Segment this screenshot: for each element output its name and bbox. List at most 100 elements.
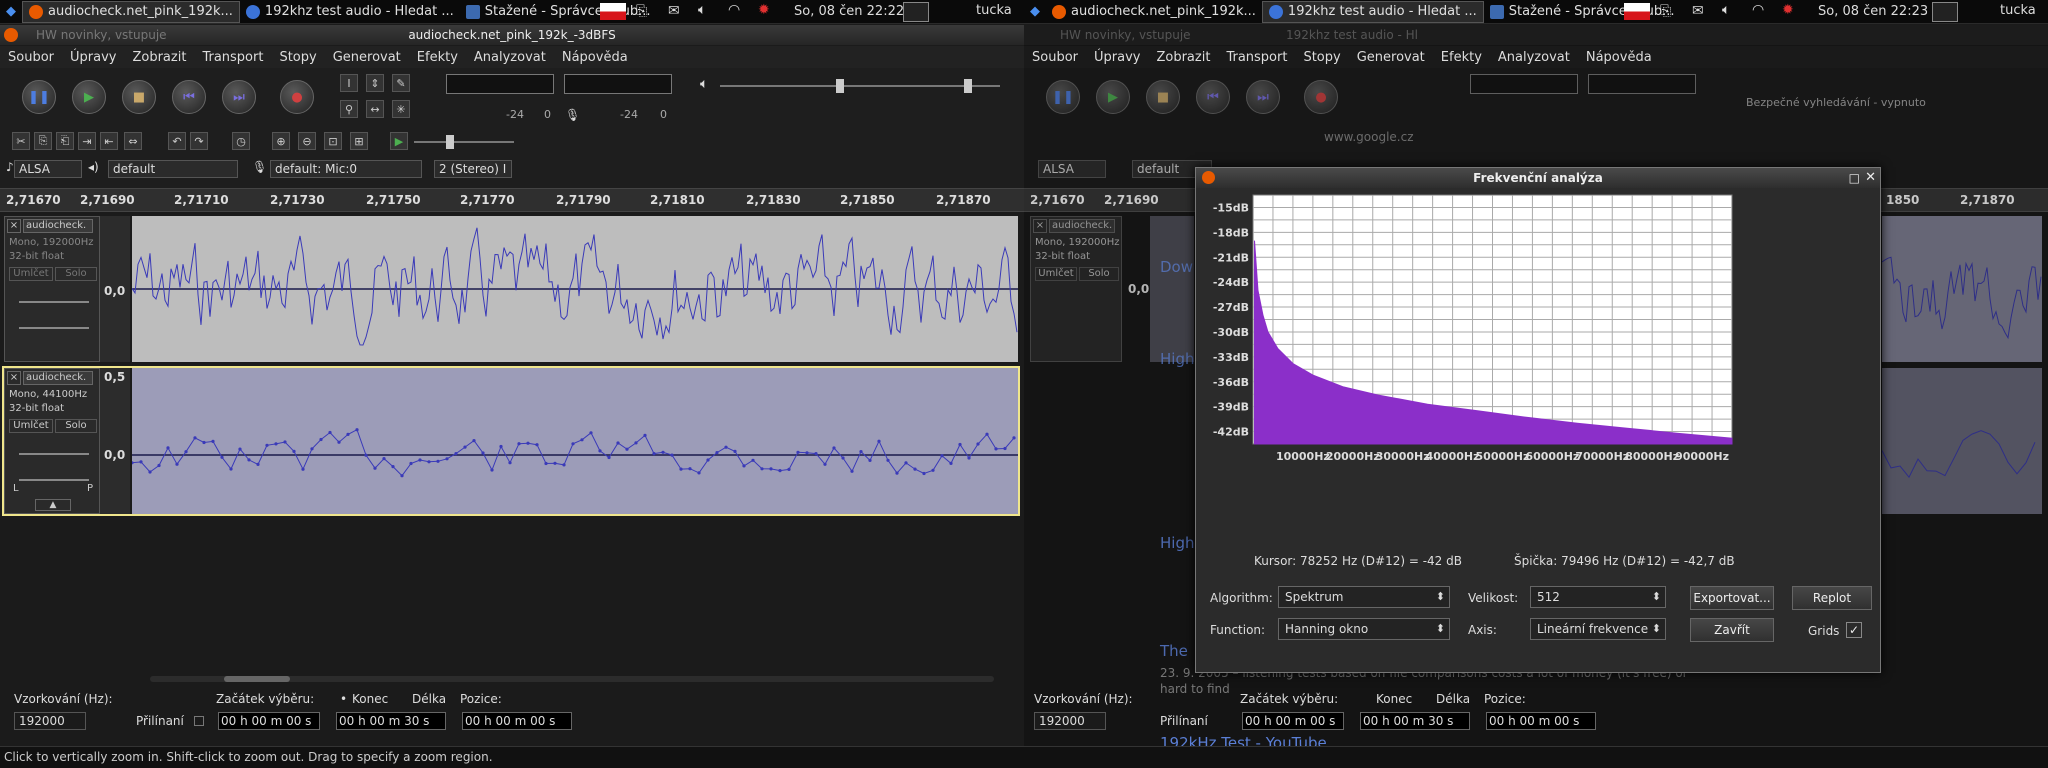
menu-edit[interactable]: Úpravy [62, 50, 124, 65]
mute-button[interactable]: Umlčet [9, 419, 53, 433]
draw-tool-icon[interactable]: ✎ [392, 74, 410, 92]
clock[interactable]: So, 08 čen 22:23 [1818, 4, 1928, 19]
input-channels-select[interactable]: 2 (Stereo) I [434, 160, 512, 178]
menu-analyze[interactable]: Analyzovat [1490, 50, 1578, 65]
spectrum-plot[interactable]: -15dB -18dB -21dB -24dB -27dB -30dB -33dB -36dB… [1196, 190, 1882, 520]
volume-icon[interactable]: 🔈︎ [1722, 2, 1730, 18]
envelope-tool-icon[interactable]: ⇕ [366, 74, 384, 92]
play-button[interactable]: ▶ [72, 80, 106, 114]
copy-icon[interactable]: ⎘ [34, 132, 52, 150]
task-browser[interactable]: 192khz test audio - Hledat ... [240, 1, 460, 23]
menu-help[interactable]: Nápověda [554, 50, 636, 65]
menu-tracks[interactable]: Stopy [1295, 50, 1348, 65]
maximize-icon[interactable]: □ [1849, 168, 1860, 188]
mute-button[interactable]: Umlčet [1035, 267, 1077, 281]
zoom-in-icon[interactable]: ⊕ [272, 132, 290, 150]
axis-select[interactable]: Lineární frekvence [1530, 618, 1666, 640]
track1-control-panel[interactable]: × audiocheck. Mono, 192000Hz 32-bit floa… [1030, 216, 1122, 362]
mail-icon[interactable]: ✉ [1692, 3, 1704, 19]
dialog-titlebar[interactable]: Frekvenční analýza □ ✕ [1196, 168, 1880, 188]
app-menu-icon[interactable]: ◆ [0, 1, 22, 23]
flag-cz-icon[interactable] [1624, 3, 1650, 20]
play-speed-slider[interactable] [414, 141, 514, 143]
trim-icon[interactable]: ⇥ [78, 132, 96, 150]
mute-button[interactable]: Umlčet [9, 267, 53, 281]
zoom-tool-icon[interactable]: ⚲ [340, 100, 358, 118]
menu-transport[interactable]: Transport [1218, 50, 1295, 65]
window-function-select[interactable]: Hanning okno [1278, 618, 1450, 640]
selection-tool-icon[interactable]: I [340, 74, 358, 92]
playback-volume-slider[interactable] [720, 85, 1000, 87]
export-button[interactable]: Exportovat... [1690, 586, 1774, 610]
task-browser[interactable]: 192khz test audio - Hledat ... [1261, 0, 1484, 23]
search-result-link[interactable]: High [1160, 534, 1194, 552]
record-button[interactable]: ● [1304, 80, 1338, 114]
clock-icon[interactable]: ◷ [232, 132, 250, 150]
pan-slider[interactable] [19, 327, 89, 329]
stop-button[interactable]: ■ [1146, 80, 1180, 114]
play-button[interactable]: ▶ [1096, 80, 1130, 114]
audio-position-field[interactable]: 00 h 00 m 00 s [462, 712, 572, 730]
zoom-out-icon[interactable]: ⊖ [298, 132, 316, 150]
track2-waveform[interactable] [132, 368, 1018, 514]
pause-button[interactable]: ❚❚ [1046, 80, 1080, 114]
pause-button[interactable]: ❚❚ [22, 80, 56, 114]
flag-cz-icon[interactable] [600, 3, 626, 20]
close-track-icon[interactable]: × [7, 371, 21, 385]
volume-icon[interactable]: 🔈︎ [698, 2, 706, 18]
track2-control-panel[interactable]: × audiocheck. Mono, 44100Hz 32-bit float… [4, 368, 100, 514]
record-button[interactable]: ● [280, 80, 314, 114]
wifi-icon[interactable]: ◠ [1752, 2, 1764, 18]
collapse-track-icon[interactable]: ▲ [35, 499, 71, 511]
skip-end-button[interactable]: ⏭ [1246, 80, 1280, 114]
search-result-link[interactable]: Dow [1160, 258, 1193, 276]
size-select[interactable]: 512 [1530, 586, 1666, 608]
close-icon[interactable]: ✕ [1865, 168, 1876, 188]
task-files[interactable]: Stažené - Správce soub... [460, 1, 657, 23]
track1-waveform-edge[interactable] [1150, 216, 1194, 362]
task-files[interactable]: Stažené - Správce soub... [1484, 1, 1681, 23]
task-audacity[interactable]: audiocheck.net_pink_192k... [1046, 1, 1262, 23]
menu-effects[interactable]: Efekty [409, 50, 466, 65]
wifi-icon[interactable]: ◠ [728, 2, 740, 18]
menu-file[interactable]: Soubor [0, 50, 62, 65]
menu-effects[interactable]: Efekty [1433, 50, 1490, 65]
menu-help[interactable]: Nápověda [1578, 50, 1660, 65]
paste-icon[interactable]: ⎗ [56, 132, 74, 150]
input-device-select[interactable]: default: Mic:0 [270, 160, 422, 178]
menu-view[interactable]: Zobrazit [1148, 50, 1218, 65]
skip-start-button[interactable]: ⏮ [1196, 80, 1230, 114]
clipboard-icon[interactable]: ⎘ [636, 3, 647, 19]
project-rate-select[interactable]: 192000 [14, 712, 86, 730]
tray-audacity-icon[interactable] [903, 2, 929, 22]
track-name-menu[interactable]: audiocheck. [23, 371, 93, 385]
redo-icon[interactable]: ↷ [190, 132, 208, 150]
track-name-menu[interactable]: audiocheck. [1049, 219, 1115, 233]
slider-thumb[interactable] [836, 79, 844, 93]
playback-meter[interactable] [1470, 74, 1578, 94]
close-button[interactable]: Zavřít [1690, 618, 1774, 642]
sync-lock-icon[interactable]: ⇔ [124, 132, 142, 150]
selection-end-field[interactable]: 00 h 00 m 30 s [336, 712, 446, 730]
clipboard-icon[interactable]: ⎘ [1660, 3, 1671, 19]
solo-button[interactable]: Solo [55, 267, 97, 281]
cut-icon[interactable]: ✂ [12, 132, 30, 150]
selection-start-field[interactable]: 00 h 00 m 00 s [1242, 712, 1344, 730]
track1-vertical-ruler[interactable]: 0,0 [100, 216, 130, 362]
slider-thumb[interactable] [964, 79, 972, 93]
track1-control-panel[interactable]: × audiocheck. Mono, 192000Hz 32-bit floa… [4, 216, 100, 362]
gain-slider[interactable] [19, 453, 89, 455]
task-audacity[interactable]: audiocheck.net_pink_192k... [22, 0, 240, 23]
timeshift-tool-icon[interactable]: ↔ [366, 100, 384, 118]
url-bar[interactable]: www.google.cz [1324, 130, 1414, 144]
search-result-link[interactable]: The [1160, 642, 1188, 660]
output-device-select[interactable]: default [108, 160, 238, 178]
solo-button[interactable]: Solo [1079, 267, 1119, 281]
playback-meter[interactable] [446, 74, 554, 94]
alert-icon[interactable]: ✹ [758, 2, 770, 18]
skip-end-button[interactable]: ⏭ [222, 80, 256, 114]
replot-button[interactable]: Replot [1792, 586, 1872, 610]
stop-button[interactable]: ■ [122, 80, 156, 114]
fit-project-icon[interactable]: ⊞ [350, 132, 368, 150]
track1-waveform[interactable] [132, 216, 1018, 362]
